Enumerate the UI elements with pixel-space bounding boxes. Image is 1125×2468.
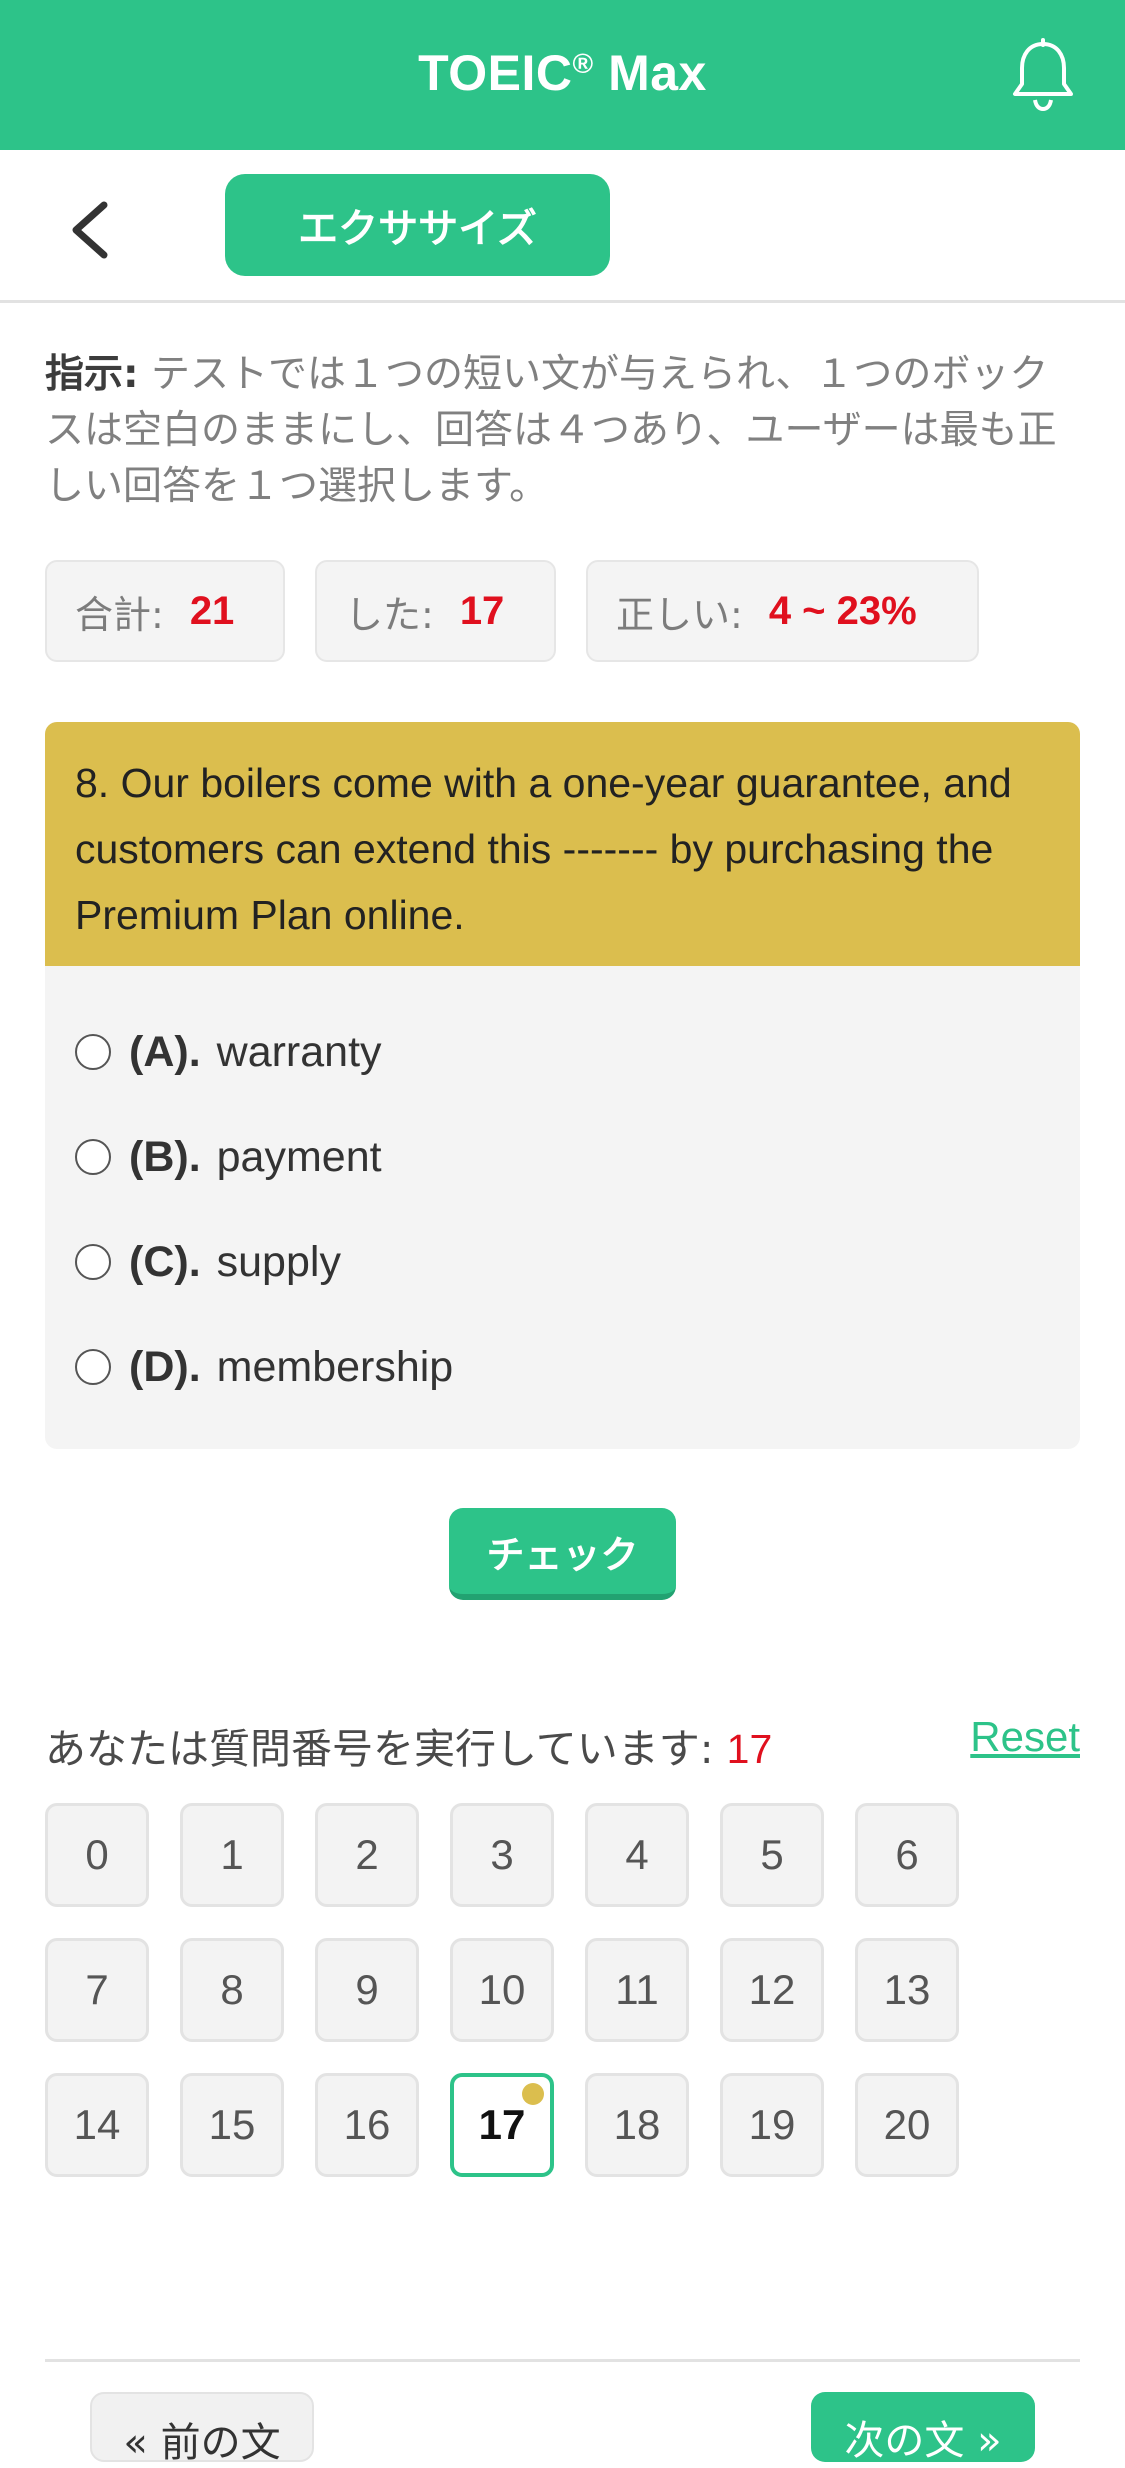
question-number-button[interactable]: 13 (855, 1938, 959, 2042)
question-number-button[interactable]: 15 (180, 2073, 284, 2177)
top-app-bar: TOEIC® Max (0, 0, 1125, 150)
instructions: 指示: テストでは１つの短い文が与えられ、１つのボックスは空白のままにし、回答は… (45, 347, 1085, 515)
stat-correct-label: 正しい: (616, 592, 743, 637)
question-number-button[interactable]: 3 (450, 1803, 554, 1907)
radio-c[interactable] (75, 1244, 111, 1280)
stat-correct: 正しい: 4 ~ 23% (586, 560, 979, 662)
question-card: 8. Our boilers come with a one-year guar… (45, 722, 1080, 1449)
tab-exercise[interactable]: エクササイズ (225, 174, 610, 276)
option-text: supply (216, 1237, 341, 1286)
option-key: (C). (129, 1237, 201, 1286)
question-number-button[interactable]: 19 (720, 2073, 824, 2177)
option-key: (D). (129, 1342, 201, 1391)
current-indicator-dot (522, 2083, 544, 2105)
radio-d[interactable] (75, 1349, 111, 1385)
question-number-button[interactable]: 2 (315, 1803, 419, 1907)
stat-correct-value: 4 ~ 23% (768, 588, 917, 633)
stat-total-label: 合計: (75, 592, 164, 637)
question-number-button-current[interactable]: 17 (450, 2073, 554, 2177)
question-number-button[interactable]: 5 (720, 1803, 824, 1907)
stat-done: した: 17 (315, 560, 556, 662)
reset-link[interactable]: Reset (970, 1713, 1080, 1761)
question-number-button[interactable]: 4 (585, 1803, 689, 1907)
option-key: (A). (129, 1027, 201, 1076)
next-button[interactable]: 次の文 » (811, 2392, 1035, 2464)
option-d[interactable]: (D). membership (75, 1332, 453, 1402)
option-text: warranty (216, 1027, 382, 1076)
instructions-label: 指示: (45, 352, 139, 397)
sub-navigation-bar: エクササイズ (0, 150, 1125, 303)
radio-b[interactable] (75, 1139, 111, 1175)
question-number-button[interactable]: 7 (45, 1938, 149, 2042)
question-number-button[interactable]: 8 (180, 1938, 284, 2042)
app-title: TOEIC® Max (418, 45, 707, 101)
radio-a[interactable] (75, 1034, 111, 1070)
progress-label: あなたは質問番号を実行しています: 17 (45, 1725, 773, 1773)
question-number-button[interactable]: 9 (315, 1938, 419, 2042)
question-number-button[interactable]: 1 (180, 1803, 284, 1907)
stat-total: 合計: 21 (45, 560, 285, 662)
bell-icon[interactable] (1009, 38, 1077, 112)
question-number-button[interactable]: 12 (720, 1938, 824, 2042)
option-a[interactable]: (A). warranty (75, 1017, 382, 1087)
footer-divider (45, 2359, 1080, 2362)
option-b[interactable]: (B). payment (75, 1122, 382, 1192)
question-text: 8. Our boilers come with a one-year guar… (45, 722, 1080, 966)
instructions-text: テストでは１つの短い文が与えられ、１つのボックスは空白のままにし、回答は４つあり… (45, 352, 1057, 509)
option-c[interactable]: (C). supply (75, 1227, 341, 1297)
question-number-button[interactable]: 10 (450, 1938, 554, 2042)
question-number-button[interactable]: 14 (45, 2073, 149, 2177)
check-button[interactable]: チェック (449, 1508, 676, 1600)
option-text: membership (216, 1342, 454, 1391)
stat-done-label: した: (345, 592, 434, 637)
current-question-number: 17 (726, 1726, 773, 1772)
option-key: (B). (129, 1132, 201, 1181)
question-number-button[interactable]: 18 (585, 2073, 689, 2177)
option-text: payment (216, 1132, 382, 1181)
question-number-button[interactable]: 6 (855, 1803, 959, 1907)
question-number-button[interactable]: 20 (855, 2073, 959, 2177)
question-number-button[interactable]: 11 (585, 1938, 689, 2042)
previous-button[interactable]: « 前の文 (90, 2392, 314, 2466)
stat-done-value: 17 (459, 588, 505, 633)
chevron-left-icon[interactable] (62, 195, 122, 265)
question-number-button[interactable]: 16 (315, 2073, 419, 2177)
stat-total-value: 21 (189, 588, 235, 633)
question-number-button[interactable]: 0 (45, 1803, 149, 1907)
